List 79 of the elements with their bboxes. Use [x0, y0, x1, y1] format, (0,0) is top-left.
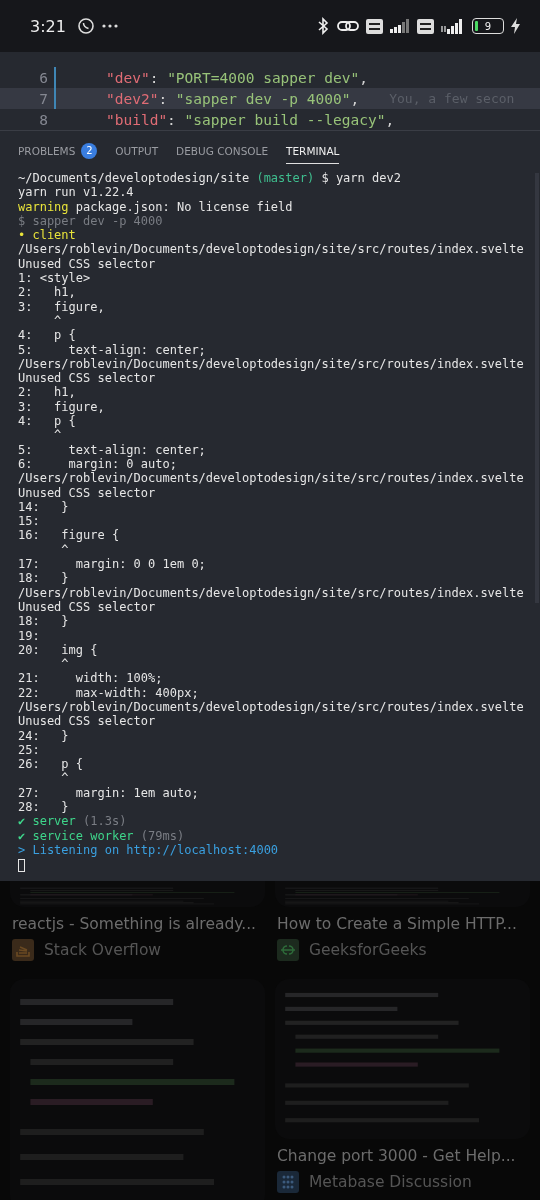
panel-tab[interactable]: DEBUG CONSOLE: [176, 136, 269, 164]
terminal-line: 2: h1,: [18, 285, 76, 300]
result-title[interactable]: Change port 3000 - Get Help...: [277, 1147, 528, 1165]
grid-icon: [277, 1171, 299, 1193]
terminal-line: 5: text-align: center;: [18, 442, 206, 457]
terminal-line: ^: [60, 542, 69, 557]
terminal-line: Unused CSS selector: [18, 599, 156, 615]
terminal-line: 4: p {: [18, 414, 76, 429]
terminal-line: 21: width: 100%;: [18, 671, 163, 686]
panel-tab[interactable]: PROBLEMS 2: [18, 134, 98, 166]
terminal-line: ~/Documents/developtodesign/site (master) $ yarn dev2: [18, 171, 401, 186]
terminal-line: 25:: [18, 742, 40, 758]
terminal-line: $ sapper dev -p 4000: [18, 213, 163, 229]
terminal-line: /Users/roblevin/Documents/developtodesign/site/src/routes/index.svelte: [18, 585, 524, 600]
line-number: 7: [38, 90, 48, 107]
volte-icon: [417, 18, 434, 34]
terminal-line: /Users/roblevin/Documents/developtodesign/site/src/routes/index.svelte: [18, 356, 524, 372]
bluetooth-icon: [316, 17, 330, 35]
code-line: "dev": "PORT=4000 sapper dev",: [106, 69, 368, 86]
signal-icon: [390, 19, 410, 33]
line-number: 8: [38, 111, 48, 128]
panel-tab[interactable]: TERMINAL: [286, 136, 340, 164]
terminal-line: Unused CSS selector: [18, 371, 156, 386]
terminal-line: 15:: [18, 514, 40, 529]
terminal-line: ^: [60, 771, 69, 786]
terminal-line: Unused CSS selector: [18, 714, 156, 729]
stack-icon: [12, 939, 34, 961]
terminal-line: ✔ server (1.3s): [18, 814, 127, 829]
terminal-line: yarn run v1.22.4: [18, 185, 134, 200]
code-line: "dev2": "sapper dev -p 4000",: [106, 90, 360, 107]
terminal-line: > Listening on http://localhost:4000: [18, 842, 279, 858]
terminal-line: /Users/roblevin/Documents/developtodesign/site/src/routes/index.svelte: [18, 700, 524, 715]
terminal-line: 17: margin: 0 0 1em 0;: [18, 557, 206, 572]
terminal-line: 1: <style>: [18, 271, 91, 286]
terminal-line: 6: margin: 0 auto;: [18, 456, 177, 472]
terminal-line: 3: figure,: [18, 399, 105, 415]
terminal-line: 5: text-align: center;: [18, 342, 206, 357]
terminal-line: ^: [53, 428, 62, 443]
terminal-line: 19:: [18, 628, 40, 643]
chat-bubble-icon: [76, 17, 95, 35]
panel-tab[interactable]: OUTPUT: [115, 136, 159, 164]
clock-time: 3:21: [30, 16, 66, 36]
terminal-line: Unused CSS selector: [18, 485, 156, 500]
terminal-line: 14: }: [18, 499, 69, 515]
logo-icon: [277, 939, 299, 961]
terminal-line: • client: [18, 228, 76, 243]
terminal-line: 18: }: [18, 614, 69, 629]
terminal-line: /Users/roblevin/Documents/developtodesign/site/src/routes/index.svelte: [18, 242, 524, 257]
terminal-line: 24: }: [18, 728, 69, 743]
terminal-line: 3: figure,: [18, 299, 105, 314]
terminal-line: ✔ service worker (79ms): [18, 828, 185, 843]
volte-icon: [366, 18, 383, 34]
terminal-line: 20: img {: [18, 642, 98, 658]
terminal-line: ^: [60, 657, 69, 672]
more-icon: [101, 24, 118, 28]
terminal-line: 2: h1,: [18, 385, 76, 400]
result-title[interactable]: reactjs - Something is already...: [12, 915, 263, 933]
terminal-line: 27: margin: 1em auto;: [18, 785, 199, 801]
source-name[interactable]: Metabase Discussion: [309, 1173, 472, 1191]
count-badge: 2: [81, 142, 98, 159]
source-name[interactable]: GeeksforGeeks: [309, 941, 427, 959]
terminal-line: ^: [53, 313, 62, 329]
source-name[interactable]: Stack Overflow: [44, 941, 162, 959]
link-icon: [337, 19, 359, 33]
charging-icon: [511, 18, 520, 34]
terminal-line: 26: p {: [18, 757, 84, 772]
terminal-line: Unused CSS selector: [18, 256, 156, 272]
terminal-line: 18: }: [18, 571, 69, 586]
line-number: 6: [38, 69, 48, 86]
code-line: "build": "sapper build --legacy",: [106, 111, 395, 128]
terminal-line: 28: }: [18, 800, 69, 815]
terminal-line: /Users/roblevin/Documents/developtodesign/site/src/routes/index.svelte: [18, 471, 524, 486]
result-title[interactable]: How to Create a Simple HTTP...: [277, 915, 528, 933]
terminal-line: 16: figure {: [18, 528, 120, 543]
terminal-line: 4: p {: [18, 328, 76, 343]
signal-icon: [441, 18, 465, 34]
battery-icon: 9: [472, 18, 504, 34]
terminal-line: 22: max-width: 400px;: [18, 685, 199, 700]
terminal-line: warning package.json: No license field: [18, 199, 293, 214]
